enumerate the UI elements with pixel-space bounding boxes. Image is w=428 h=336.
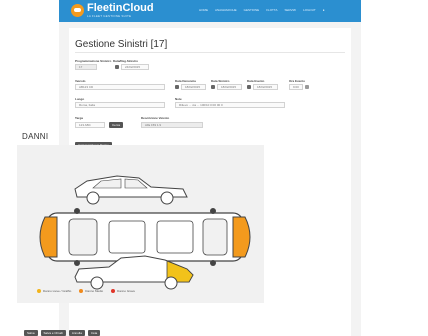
save-close-button[interactable]: Salva e Chiudi [40, 330, 66, 336]
main-nav: HOME ANAGRAFICHE GESTIONE FLOTTA SERVIZI… [199, 8, 325, 16]
car-side-view-top[interactable] [74, 175, 188, 205]
programmazione-label: Programmazione Sinistro [75, 59, 112, 63]
damage-legend: Danno Lieve / Graffio Danno Medio Danno … [37, 289, 135, 293]
note-label: Note [175, 97, 182, 101]
legend-dot-icon [111, 289, 116, 293]
title-divider [75, 52, 345, 53]
calendar-icon[interactable] [211, 85, 215, 89]
top-navbar: FleetinCloud LA FLEET GESTIONE SUITE HOM… [59, 0, 361, 22]
veicolo-label: Veicolo [75, 79, 86, 83]
legend-dot-icon [37, 289, 41, 293]
user-icon[interactable]: ● [323, 8, 325, 16]
calendar-icon[interactable] [175, 85, 179, 89]
page-title: Gestione Sinistri [17] [75, 39, 168, 50]
cancel-button[interactable]: Annulla [68, 330, 85, 336]
footer-actions: Salva Salva e Chiudi Annulla Invia [24, 330, 101, 336]
legend-item: Danno Medio [79, 289, 103, 293]
send-button[interactable]: Invia [87, 330, 101, 336]
data-sinistro-field[interactable]: 18/02/2015 [217, 84, 242, 90]
veicolo-field[interactable]: AB123 CD [75, 84, 165, 90]
descrizione-field: Alfa 159 1.9 [141, 122, 203, 128]
nav-home[interactable]: HOME [199, 8, 208, 16]
legend-dot-icon [79, 289, 84, 293]
calendar-icon[interactable] [247, 85, 251, 89]
data-sinistro-label: Data Sinistro [211, 79, 230, 83]
ora-field[interactable]: 9:00 [289, 84, 303, 90]
nav-logout[interactable]: LOGOUT [303, 8, 316, 16]
danni-heading: DANNI [22, 132, 49, 141]
ora-label: Ora Evento [289, 79, 306, 83]
data-evento-field[interactable]: 18/02/2015 [253, 84, 278, 90]
clock-icon[interactable] [305, 85, 309, 89]
targa-label: Targa [75, 116, 83, 120]
luogo-field[interactable]: Roma, Italia [75, 102, 165, 108]
nav-anagrafiche[interactable]: ANAGRAFICHE [215, 8, 237, 16]
damage-diagram: Danno Lieve / Graffio Danno Medio Danno … [17, 145, 264, 303]
descrizione-label: Descrizione Veicolo [141, 116, 170, 120]
nav-servizi[interactable]: SERVIZI [284, 8, 296, 16]
legend-item: Danno Grave [111, 289, 135, 293]
car-diagram-svg [39, 175, 251, 290]
app-name: FleetinCloud [87, 2, 154, 14]
nav-gestione[interactable]: GESTIONE [244, 8, 260, 16]
data-denuncia-field[interactable]: 18/02/2015 [181, 84, 206, 90]
note-field[interactable]: Rilievo ... via ... 100/10 0:00 00 0 [175, 102, 285, 108]
legend-item: Danno Lieve / Graffio [37, 289, 71, 293]
cerca-button[interactable]: Cerca [109, 122, 124, 128]
nav-flotta[interactable]: FLOTTA [266, 8, 277, 16]
luogo-label: Luogo [75, 97, 85, 101]
cloud-logo-icon [71, 4, 84, 17]
app-logo[interactable]: FleetinCloud LA FLEET GESTIONE SUITE [71, 2, 175, 19]
data-reg-label: Data/Reg.Sinistro [113, 59, 139, 63]
save-button[interactable]: Salva [24, 330, 38, 336]
data-reg-field[interactable]: 24/02/2015 [121, 64, 149, 70]
data-denuncia-label: Data Denuncia [175, 79, 196, 83]
targa-field[interactable]: 123 ABC [75, 122, 105, 128]
app-tagline: LA FLEET GESTIONE SUITE [87, 14, 132, 18]
programmazione-field: 17 [75, 64, 97, 70]
calendar-icon[interactable] [115, 65, 119, 69]
data-evento-label: Data Evento [247, 79, 265, 83]
